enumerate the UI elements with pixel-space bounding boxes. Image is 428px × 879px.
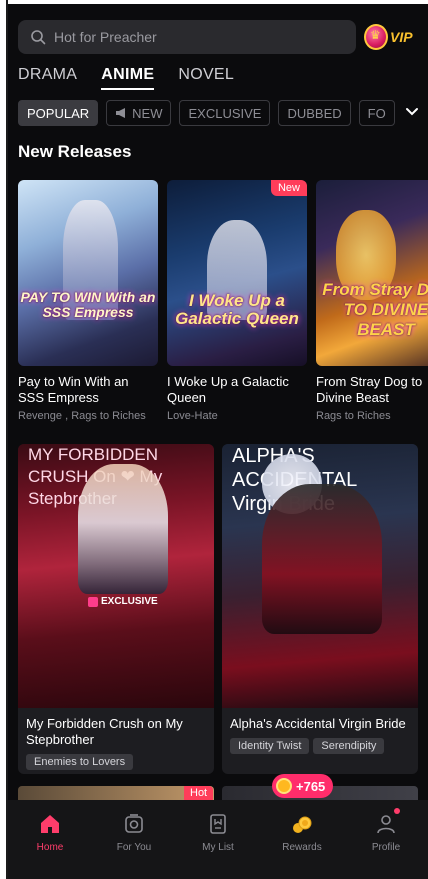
left-edge-divider [0,0,8,879]
release-card[interactable]: PAY TO WIN With an SSS Empress Pay to Wi… [18,180,158,422]
cover-image: ALPHA'S ACCIDENTAL Virgin Bride [222,444,418,708]
release-card[interactable]: From Stray Dog TO DIVINE BEAST From Stra… [316,180,428,422]
search-input[interactable] [52,28,336,46]
chip-partial[interactable]: FO [358,100,395,126]
release-card[interactable]: I Woke Up a Galactic Queen New I Woke Up… [167,180,307,422]
series-title: Alpha's Accidental Virgin Bride [230,716,406,731]
home-icon [41,815,59,833]
nav-rewards[interactable]: Rewards [260,800,344,879]
notification-dot [394,808,400,814]
cover-title-art: From Stray Dog TO DIVINE BEAST [322,280,428,339]
cover-title-art: I Woke Up a Galactic Queen [175,291,299,328]
tag-chip[interactable]: Identity Twist [230,738,310,754]
section-title: New Releases [18,142,132,161]
nav-label: For You [116,842,152,853]
cover-title-art: PAY TO WIN With an SSS Empress [20,289,156,320]
chip-popular[interactable]: POPULAR [18,100,99,126]
series-tags: Enemies to Lovers [26,754,206,770]
new-badge: New [270,180,307,196]
coin-icon [276,778,292,794]
vip-label: VIP [390,29,413,45]
exclusive-label: EXCLUSIVE [101,596,158,607]
filter-chips: POPULAR NEW EXCLUSIVE DUBBED FO [18,100,402,126]
vip-button[interactable]: VIP [364,20,413,54]
new-releases-row: PAY TO WIN With an SSS Empress Pay to Wi… [18,180,428,430]
nav-my-list[interactable]: My List [176,800,260,879]
chip-exclusive[interactable]: EXCLUSIVE [179,100,271,126]
chip-new[interactable]: NEW [106,100,172,126]
cover-image: From Stray Dog TO DIVINE BEAST [316,180,428,366]
release-title: Pay to Win With an SSS Empress [18,374,129,405]
my-list-icon [210,814,226,834]
tab-drama[interactable]: DRAMA [18,66,77,90]
release-title: From Stray Dog to Divine Beast [316,374,423,405]
release-tags: Revenge , Rags to Riches [18,410,146,422]
release-tags: Love-Hate [167,410,218,422]
nav-label: Rewards [282,842,322,853]
nav-label: Home [36,842,64,853]
profile-icon [377,815,395,834]
exclusive-icon [88,596,98,607]
release-title: I Woke Up a Galactic Queen [167,374,289,405]
search-icon [31,30,46,45]
content-tabs: DRAMA ANIME NOVEL [18,66,234,90]
cover-image: I Woke Up a Galactic Queen New [167,180,307,366]
nav-home[interactable]: Home [8,800,92,879]
search-bar[interactable] [18,20,356,54]
series-tags: Identity Twist Serendipity [230,738,410,754]
series-card[interactable]: EXCLUSIVE MY FORBIDDEN CRUSH On ❤ My Ste… [18,444,214,774]
chevron-down-icon[interactable] [404,104,420,120]
tag-chip[interactable]: Enemies to Lovers [26,754,134,770]
reward-pill[interactable]: +765 [272,774,334,798]
hot-badge: Hot [184,786,214,800]
reward-amount: +765 [296,778,326,794]
app-screen: VIP DRAMA ANIME NOVEL POPULAR NEW EXCLUS… [8,4,428,879]
cover-image: EXCLUSIVE MY FORBIDDEN CRUSH On ❤ My Ste… [18,444,214,708]
nav-for-you[interactable]: For You [92,800,176,879]
exclusive-badge: EXCLUSIVE [88,596,158,607]
cover-image: PAY TO WIN With an SSS Empress [18,180,158,366]
bottom-nav: Home For You My List Rewards Profile [8,800,428,879]
chip-dubbed[interactable]: DUBBED [278,100,351,126]
for-you-icon [125,814,143,833]
series-title: My Forbidden Crush on My Stepbrother [26,716,183,747]
tab-novel[interactable]: NOVEL [178,66,234,90]
series-card[interactable]: ALPHA'S ACCIDENTAL Virgin Bride Alpha's … [222,444,418,774]
release-tags: Rags to Riches [316,410,391,422]
megaphone-icon [116,108,126,118]
chip-new-label: NEW [132,105,163,121]
tag-chip[interactable]: Serendipity [313,738,385,754]
nav-profile[interactable]: Profile [344,800,428,879]
tab-anime[interactable]: ANIME [101,66,155,90]
nav-label: Profile [371,842,401,853]
vip-crown-icon [364,24,388,50]
rewards-icon [293,816,312,833]
nav-label: My List [202,842,234,853]
